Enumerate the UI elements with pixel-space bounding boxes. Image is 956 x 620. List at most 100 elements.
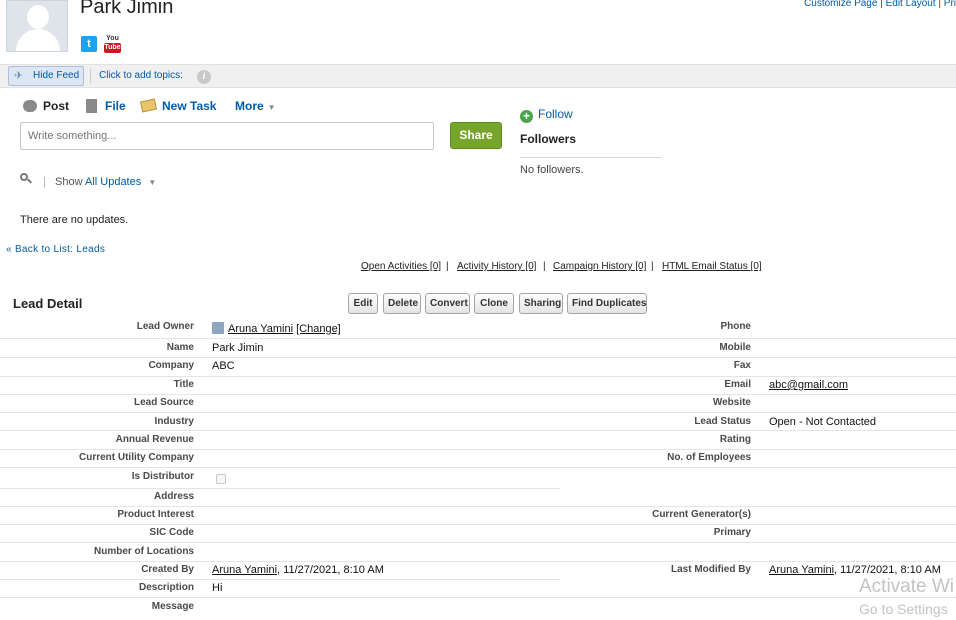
sharing-button[interactable]: Sharing: [519, 293, 563, 314]
page-title: Park Jimin: [80, 0, 174, 18]
divider: [0, 412, 956, 413]
change-owner-link[interactable]: [Change]: [296, 323, 341, 335]
company-value: ABC: [212, 360, 235, 372]
field-label-phone: Phone: [720, 321, 751, 332]
divider: [0, 376, 956, 377]
field-label-name: Name: [166, 342, 194, 353]
field-label-address: Address: [153, 491, 194, 502]
lead-owner-link[interactable]: Aruna Yamini: [228, 323, 293, 335]
field-label-last-modified-by: Last Modified By: [670, 564, 751, 575]
divider: [0, 506, 956, 507]
field-label-website: Website: [712, 397, 751, 408]
field-label-sic-code: SIC Code: [149, 527, 194, 538]
field-label-is-distributor: Is Distributor: [131, 471, 194, 482]
field-label-primary: Primary: [713, 527, 751, 538]
lead-detail-heading: Lead Detail: [13, 296, 83, 311]
info-icon[interactable]: i: [197, 70, 211, 84]
open-activities-link[interactable]: Open Activities [0]: [361, 261, 441, 272]
campaign-history-link[interactable]: Campaign History [0]: [553, 261, 646, 272]
field-label-utility-company: Current Utility Company: [78, 452, 194, 463]
edit-button[interactable]: Edit: [348, 293, 378, 314]
field-label-company: Company: [148, 360, 194, 371]
lead-status-value: Open - Not Contacted: [769, 416, 877, 428]
created-by-user-link[interactable]: Aruna Yamini: [212, 564, 277, 576]
field-label-annual-revenue: Annual Revenue: [115, 434, 194, 445]
clone-button[interactable]: Clone: [474, 293, 514, 314]
followers-empty-text: No followers.: [520, 164, 584, 176]
field-label-lead-source: Lead Source: [133, 397, 194, 408]
user-icon: [212, 322, 224, 334]
delete-button[interactable]: Delete: [383, 293, 421, 314]
share-button[interactable]: Share: [450, 122, 502, 149]
field-label-industry: Industry: [154, 416, 194, 427]
divider: [0, 542, 956, 543]
hide-feed-label: Hide Feed: [33, 70, 80, 81]
field-label-rating: Rating: [719, 434, 751, 445]
field-label-lead-status: Lead Status: [694, 416, 751, 427]
divider: [0, 597, 956, 598]
divider: [0, 430, 956, 431]
field-label-description: Description: [138, 582, 194, 593]
field-label-created-by: Created By: [141, 564, 194, 575]
email-link[interactable]: abc@gmail.com: [769, 379, 848, 391]
feed-empty-text: There are no updates.: [20, 214, 129, 226]
divider: [0, 524, 956, 525]
lead-avatar: [6, 0, 68, 52]
divider: [0, 467, 956, 468]
pin-icon: ✈: [14, 70, 24, 82]
chat-icon: [23, 100, 37, 112]
file-icon: [86, 99, 97, 113]
field-label-message: Message: [151, 601, 194, 612]
divider: [0, 561, 956, 562]
field-label-product-interest: Product Interest: [117, 509, 194, 520]
back-to-list-link[interactable]: « Back to List: Leads: [6, 244, 105, 255]
publisher-post-tab[interactable]: Post: [23, 99, 69, 113]
activation-watermark-title: Activate Wi: [859, 576, 955, 597]
publisher-new-task-tab[interactable]: New Task: [140, 98, 216, 113]
field-label-locations: Number of Locations: [93, 546, 194, 557]
divider: [0, 579, 560, 580]
activity-history-link[interactable]: Activity History [0]: [457, 261, 536, 272]
followers-heading: Followers: [520, 132, 577, 146]
plus-icon: +: [520, 110, 533, 123]
last-modified-value: Aruna Yamini, 11/27/2021, 8:10 AM: [769, 564, 941, 576]
youtube-icon[interactable]: You Tube: [104, 35, 121, 53]
field-label-title: Title: [173, 379, 194, 390]
chevron-down-icon: ▼: [267, 103, 276, 112]
field-label-employees: No. of Employees: [667, 452, 751, 463]
feed-filter[interactable]: Show All Updates ▼: [55, 176, 156, 188]
field-label-fax: Fax: [733, 360, 751, 371]
activation-watermark-subtitle: Go to Settings: [859, 601, 948, 617]
convert-button[interactable]: Convert: [425, 293, 470, 314]
publisher-more-menu[interactable]: More ▼: [235, 99, 276, 113]
find-duplicates-button[interactable]: Find Duplicates: [567, 293, 647, 314]
divider: [0, 394, 956, 395]
created-by-value: Aruna Yamini, 11/27/2021, 8:10 AM: [212, 564, 384, 576]
email-value[interactable]: abc@gmail.com: [769, 379, 848, 391]
field-label-mobile: Mobile: [719, 342, 751, 353]
post-input[interactable]: [20, 122, 434, 150]
description-value: Hi: [212, 582, 223, 594]
html-email-status-link[interactable]: HTML Email Status [0]: [662, 261, 762, 272]
divider: |: [651, 261, 654, 272]
add-topics-link[interactable]: Click to add topics:: [99, 70, 183, 81]
modified-by-user-link[interactable]: Aruna Yamini: [769, 564, 834, 576]
publisher-file-tab[interactable]: File: [86, 99, 126, 113]
field-label-email: Email: [724, 379, 751, 390]
divider: [0, 449, 956, 450]
field-label-current-generator: Current Generator(s): [652, 509, 751, 520]
task-icon: [140, 98, 157, 113]
lead-owner-value: Aruna Yamini [Change]: [212, 322, 341, 335]
twitter-icon[interactable]: t: [81, 36, 97, 52]
divider: [520, 157, 661, 158]
hide-feed-button[interactable]: ✈ Hide Feed: [8, 66, 84, 86]
follow-button[interactable]: + Follow: [520, 107, 573, 123]
search-icon[interactable]: [20, 173, 32, 185]
field-label-lead-owner: Lead Owner: [136, 321, 194, 332]
chevron-down-icon: ▼: [148, 178, 157, 187]
divider: [0, 357, 956, 358]
name-value: Park Jimin: [212, 342, 264, 354]
divider: |: [446, 261, 449, 272]
page-top-links[interactable]: Customize Page | Edit Layout | Pri: [804, 0, 956, 9]
divider: [90, 69, 91, 83]
